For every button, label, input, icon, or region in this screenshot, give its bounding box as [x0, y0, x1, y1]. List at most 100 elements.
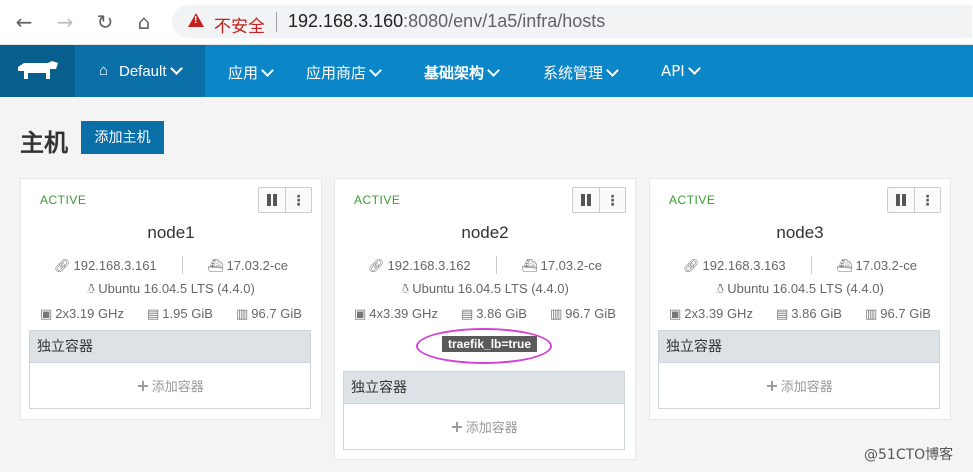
- chevron-down-icon: [169, 62, 183, 75]
- add-container-button[interactable]: + 添加容器: [343, 404, 625, 450]
- add-container-button[interactable]: + 添加容器: [658, 363, 940, 409]
- host-disk: 96.7 GiB: [565, 306, 616, 321]
- host-memory: 1.95 GiB: [162, 306, 213, 321]
- host-memory: 3.86 GiB: [791, 306, 842, 321]
- host-name[interactable]: node1: [21, 223, 321, 243]
- nav-catalog[interactable]: 应用商店: [306, 62, 382, 83]
- docker-icon: ⛴︎: [836, 259, 853, 274]
- cpu-icon: ▣: [354, 307, 367, 322]
- forward-arrow-icon[interactable]: →: [54, 11, 76, 33]
- host-cpu: 4x3.39 GHz: [369, 306, 438, 321]
- url-host: 192.168.3.160: [288, 11, 404, 31]
- disk-icon: ▥: [865, 307, 878, 322]
- app-header: ⌂ Default 应用 应用商店 基础架构 系统管理 API: [0, 45, 973, 97]
- memory-icon: ▤: [461, 307, 474, 322]
- insecure-label: 不安全: [214, 17, 265, 37]
- pause-button[interactable]: [259, 188, 286, 212]
- plus-icon: +: [765, 376, 779, 395]
- highlight-ellipse: [416, 328, 552, 364]
- host-cpu: 2x3.39 GHz: [684, 306, 753, 321]
- divider: [496, 256, 497, 274]
- more-menu-button[interactable]: ⋮: [600, 188, 625, 212]
- link-icon: 🔗︎: [683, 259, 700, 274]
- watermark: @51CTO博客: [864, 447, 954, 463]
- memory-icon: ▤: [776, 307, 789, 322]
- linux-icon: 🐧︎: [87, 282, 96, 297]
- host-status: ACTIVE: [40, 193, 87, 207]
- host-ip: 192.168.3.162: [387, 258, 471, 273]
- home-outline-icon: ⌂: [99, 62, 109, 79]
- url-path: :8080/env/1a5/infra/hosts: [403, 11, 606, 31]
- host-card-node3: ACTIVE ⋮ node3 🔗︎ 192.168.3.163 ⛴︎ 17.03.2…: [649, 178, 951, 420]
- nav-api[interactable]: API: [661, 62, 701, 80]
- more-menu-button[interactable]: ⋮: [915, 188, 940, 212]
- cpu-icon: ▣: [40, 307, 53, 322]
- host-cpu: 2x3.19 GHz: [55, 306, 124, 321]
- rancher-logo[interactable]: [0, 45, 75, 97]
- link-icon: 🔗︎: [54, 259, 71, 274]
- warning-icon: [188, 13, 204, 27]
- divider: [811, 256, 812, 274]
- more-menu-button[interactable]: ⋮: [286, 188, 311, 212]
- address-bar[interactable]: 不安全 192.168.3.160:8080/env/1a5/infra/hos…: [172, 5, 972, 38]
- docker-version: 17.03.2-ce: [540, 258, 602, 273]
- add-container-label: 添加容器: [151, 380, 204, 395]
- chevron-down-icon: [606, 64, 619, 77]
- docker-version: 17.03.2-ce: [855, 258, 917, 273]
- chevron-down-icon: [687, 62, 701, 75]
- nav-infrastructure[interactable]: 基础架构: [424, 62, 500, 83]
- add-container-label: 添加容器: [780, 380, 833, 395]
- divider: [182, 256, 183, 274]
- browser-toolbar: ← → ↻ ⌂ 不安全 192.168.3.160:8080/env/1a5/i…: [0, 0, 973, 45]
- plus-icon: +: [136, 376, 150, 395]
- host-disk: 96.7 GiB: [880, 306, 931, 321]
- environment-name: Default: [119, 63, 167, 80]
- host-ip: 192.168.3.161: [73, 258, 157, 273]
- host-status: ACTIVE: [669, 193, 716, 207]
- host-os: Ubuntu 16.04.5 LTS (4.4.0): [727, 281, 884, 296]
- host-memory: 3.86 GiB: [476, 306, 527, 321]
- standalone-containers-header: 独立容器: [658, 330, 940, 363]
- add-host-button[interactable]: 添加主机: [81, 121, 164, 154]
- standalone-containers-header: 独立容器: [29, 330, 311, 363]
- docker-icon: ⛴︎: [521, 259, 538, 274]
- pause-button[interactable]: [888, 188, 915, 212]
- environment-switcher[interactable]: ⌂ Default: [75, 45, 205, 97]
- nav-apps[interactable]: 应用: [228, 62, 274, 83]
- host-name[interactable]: node2: [335, 223, 635, 243]
- disk-icon: ▥: [236, 307, 249, 322]
- host-os: Ubuntu 16.04.5 LTS (4.4.0): [412, 281, 569, 296]
- host-name[interactable]: node3: [650, 223, 950, 243]
- linux-icon: 🐧︎: [716, 282, 725, 297]
- nav-admin[interactable]: 系统管理: [543, 62, 619, 83]
- cpu-icon: ▣: [669, 307, 682, 322]
- host-actions: ⋮: [258, 187, 312, 213]
- host-card-node1: ACTIVE ⋮ node1 🔗︎ 192.168.3.161 ⛴︎ 17.03.2…: [20, 178, 322, 420]
- docker-version: 17.03.2-ce: [226, 258, 288, 273]
- host-os: Ubuntu 16.04.5 LTS (4.4.0): [98, 281, 255, 296]
- reload-icon[interactable]: ↻: [94, 11, 116, 33]
- url-divider: [276, 12, 277, 32]
- home-icon[interactable]: ⌂: [133, 11, 155, 33]
- linux-icon: 🐧︎: [401, 282, 410, 297]
- host-ip: 192.168.3.163: [702, 258, 786, 273]
- host-actions: ⋮: [572, 187, 626, 213]
- plus-icon: +: [450, 417, 464, 436]
- pause-button[interactable]: [573, 188, 600, 212]
- add-container-button[interactable]: + 添加容器: [29, 363, 311, 409]
- host-disk: 96.7 GiB: [251, 306, 302, 321]
- chevron-down-icon: [369, 64, 382, 77]
- host-actions: ⋮: [887, 187, 941, 213]
- chevron-down-icon: [261, 64, 274, 77]
- disk-icon: ▥: [550, 307, 563, 322]
- host-status: ACTIVE: [354, 193, 401, 207]
- chevron-down-icon: [487, 64, 500, 77]
- memory-icon: ▤: [147, 307, 160, 322]
- add-container-label: 添加容器: [465, 421, 518, 436]
- url-text[interactable]: 192.168.3.160:8080/env/1a5/infra/hosts: [288, 11, 605, 32]
- host-card-node2: ACTIVE ⋮ node2 🔗︎ 192.168.3.162 ⛴︎ 17.03.2…: [334, 178, 636, 460]
- page-title: 主机: [20, 129, 68, 157]
- back-arrow-icon[interactable]: ←: [13, 11, 35, 33]
- standalone-containers-header: 独立容器: [343, 371, 625, 404]
- docker-icon: ⛴︎: [207, 259, 224, 274]
